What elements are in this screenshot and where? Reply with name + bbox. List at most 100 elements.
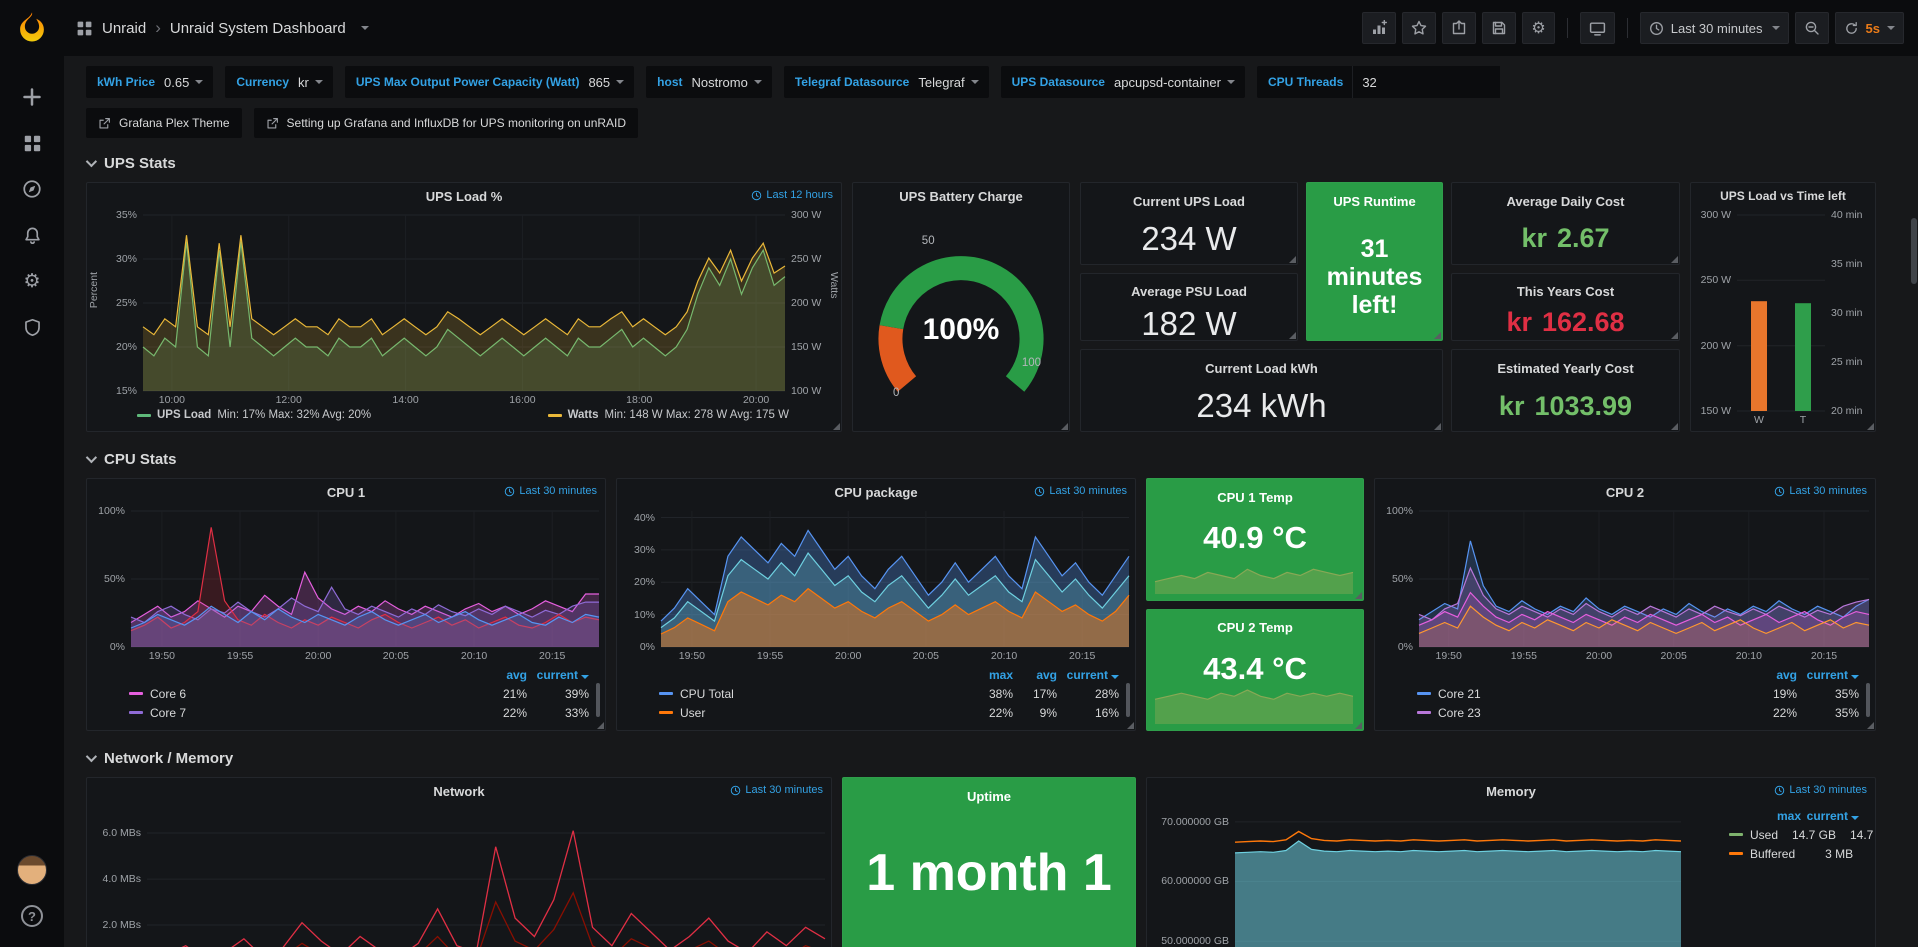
memory-chart[interactable]: 50.000000 GB60.000000 GB70.000000 GB [1147, 804, 1687, 947]
dashboard-caret-icon[interactable] [361, 26, 369, 30]
legend-row[interactable]: Used 14.7 GB14.7 GB [1729, 825, 1859, 844]
legend-col-header[interactable]: avg [1743, 668, 1797, 682]
zoom-out-button[interactable] [1795, 12, 1829, 44]
legend-table: maxavgcurrent CPU Total 38%17%28% User 2… [617, 663, 1135, 726]
panel-title[interactable]: CPU 2 [1606, 485, 1644, 500]
variable-kwh-price[interactable]: kWh Price 0.65 [86, 66, 213, 98]
section-network-memory[interactable]: Network / Memory [86, 743, 1876, 773]
legend-scrollbar[interactable] [596, 683, 600, 717]
legend-col-header[interactable]: avg [473, 668, 527, 682]
cycle-view-button[interactable] [1580, 12, 1615, 44]
panel-title[interactable]: This Years Cost [1517, 284, 1614, 299]
legend-row[interactable]: Core 23 22%35% [1417, 703, 1859, 722]
variable-currency[interactable]: Currency kr [225, 66, 333, 98]
ups-load-chart[interactable]: Percent Watts 15%20%25%30%35%100 W150 W2… [87, 209, 841, 407]
ups-stat-grid: Current UPS Load 234 W UPS Runtime 31 mi… [1080, 182, 1680, 432]
section-cpu-stats[interactable]: CPU Stats [86, 444, 1876, 474]
panel-title[interactable]: UPS Runtime [1333, 194, 1415, 209]
panel-title[interactable]: Current UPS Load [1133, 194, 1245, 209]
cpu1-chart[interactable]: 0%50%100%19:5019:5520:0020:0520:1020:15 [87, 505, 605, 663]
cpu-threads-input[interactable]: 32 [1352, 66, 1500, 98]
panel-title[interactable]: Memory [1486, 784, 1536, 799]
breadcrumb-folder[interactable]: Unraid [102, 20, 146, 37]
legend-scrollbar[interactable] [1126, 683, 1130, 717]
server-admin-button[interactable] [10, 304, 54, 350]
legend-item[interactable]: Watts Min: 148 W Max: 278 W Avg: 175 W [548, 409, 789, 421]
variable-value[interactable]: kr [298, 75, 333, 90]
apps-grid-icon[interactable] [76, 20, 93, 37]
variable-telegraf-datasource[interactable]: Telegraf Datasource Telegraf [784, 66, 989, 98]
gauge-min-label: 0 [893, 387, 899, 399]
panel-title[interactable]: UPS Battery Charge [899, 189, 1023, 204]
user-profile-button[interactable] [10, 847, 54, 893]
panel-title[interactable]: Uptime [967, 789, 1011, 804]
dashboards-button[interactable] [10, 120, 54, 166]
cpu2-chart[interactable]: 0%50%100%19:5019:5520:0020:0520:1020:15 [1375, 505, 1875, 663]
panel-title[interactable]: Current Load kWh [1205, 361, 1318, 376]
legend-col-header[interactable]: current [527, 668, 589, 682]
legend-col-header[interactable]: avg [1013, 668, 1057, 682]
panel-title[interactable]: UPS Load % [426, 189, 503, 204]
time-range-badge[interactable]: Last 12 hours [751, 189, 833, 201]
star-button[interactable] [1402, 12, 1436, 44]
panel-title[interactable]: Network [433, 784, 484, 799]
variable-value[interactable]: Nostromo [692, 75, 772, 90]
link-grafana-plex-theme[interactable]: Grafana Plex Theme [86, 108, 242, 138]
panel-title[interactable]: CPU 1 [327, 485, 365, 500]
legend-row[interactable]: User 22%9%16% [659, 703, 1119, 722]
grafana-logo[interactable] [13, 10, 51, 48]
legend-col-header[interactable]: max [1743, 809, 1801, 823]
page-scrollbar[interactable] [1911, 218, 1917, 284]
panel-title[interactable]: Average Daily Cost [1506, 194, 1624, 209]
legend-scrollbar[interactable] [1866, 683, 1870, 717]
save-button[interactable] [1482, 12, 1516, 44]
dashboard-settings-button[interactable]: ⚙ [1522, 12, 1554, 44]
divider [1567, 18, 1568, 38]
share-button[interactable] [1442, 12, 1476, 44]
legend-col-header[interactable]: current [1801, 809, 1859, 823]
legend-col-header[interactable]: current [1057, 668, 1119, 682]
time-range-badge[interactable]: Last 30 minutes [1774, 485, 1867, 497]
time-range-picker[interactable]: Last 30 minutes [1640, 12, 1789, 44]
breadcrumb-dashboard-title[interactable]: Unraid System Dashboard [170, 20, 346, 37]
time-range-badge[interactable]: Last 30 minutes [504, 485, 597, 497]
legend-col-header[interactable]: current [1797, 668, 1859, 682]
legend-item[interactable]: UPS Load Min: 17% Max: 32% Avg: 20% [137, 409, 371, 421]
legend-row[interactable]: Buffered 3 MB3 MB [1729, 844, 1859, 863]
section-ups-stats[interactable]: UPS Stats [86, 148, 1876, 178]
panel-title[interactable]: Average PSU Load [1131, 284, 1247, 299]
configuration-button[interactable]: ⚙ [10, 258, 54, 304]
variable-cpu-threads[interactable]: CPU Threads 32 [1257, 66, 1500, 98]
variable-ups-max-output[interactable]: UPS Max Output Power Capacity (Watt) 865 [345, 66, 634, 98]
panel-title[interactable]: UPS Load vs Time left [1720, 189, 1846, 203]
legend-col-header[interactable]: max [963, 668, 1013, 682]
variable-value[interactable]: 865 [588, 75, 634, 90]
legend-row[interactable]: Core 6 21%39% [129, 684, 589, 703]
panel-title[interactable]: Estimated Yearly Cost [1497, 361, 1633, 376]
cpu-package-chart[interactable]: 0%10%20%30%40%19:5019:5520:0020:0520:102… [617, 505, 1135, 663]
panel-title[interactable]: CPU 2 Temp [1217, 620, 1293, 635]
time-range-badge[interactable]: Last 30 minutes [1034, 485, 1127, 497]
variable-value[interactable]: Telegraf [918, 75, 988, 90]
help-button[interactable]: ? [10, 893, 54, 939]
create-button[interactable] [10, 74, 54, 120]
link-ups-monitoring-guide[interactable]: Setting up Grafana and InfluxDB for UPS … [254, 108, 639, 138]
time-range-badge[interactable]: Last 30 minutes [1774, 784, 1867, 796]
network-chart[interactable]: 2.0 MBs4.0 MBs6.0 MBs [87, 804, 831, 947]
alerting-button[interactable] [10, 212, 54, 258]
refresh-picker[interactable]: 5s [1835, 12, 1904, 44]
legend-row[interactable]: CPU Total 38%17%28% [659, 684, 1119, 703]
battery-gauge[interactable]: 100% 0 50 100 [863, 209, 1059, 425]
time-range-badge[interactable]: Last 30 minutes [730, 784, 823, 796]
explore-button[interactable] [10, 166, 54, 212]
add-panel-button[interactable] [1362, 12, 1396, 44]
variable-ups-datasource[interactable]: UPS Datasource apcupsd-container [1001, 66, 1245, 98]
panel-title[interactable]: CPU package [834, 485, 917, 500]
variable-value[interactable]: apcupsd-container [1114, 75, 1245, 90]
panel-title[interactable]: CPU 1 Temp [1217, 490, 1293, 505]
variable-host[interactable]: host Nostromo [646, 66, 772, 98]
variable-value[interactable]: 0.65 [164, 75, 213, 90]
legend-row[interactable]: Core 21 19%35% [1417, 684, 1859, 703]
legend-row[interactable]: Core 7 22%33% [129, 703, 589, 722]
ups-load-vs-time-chart[interactable]: 150 W200 W250 W300 W20 min25 min30 min35… [1691, 209, 1875, 427]
